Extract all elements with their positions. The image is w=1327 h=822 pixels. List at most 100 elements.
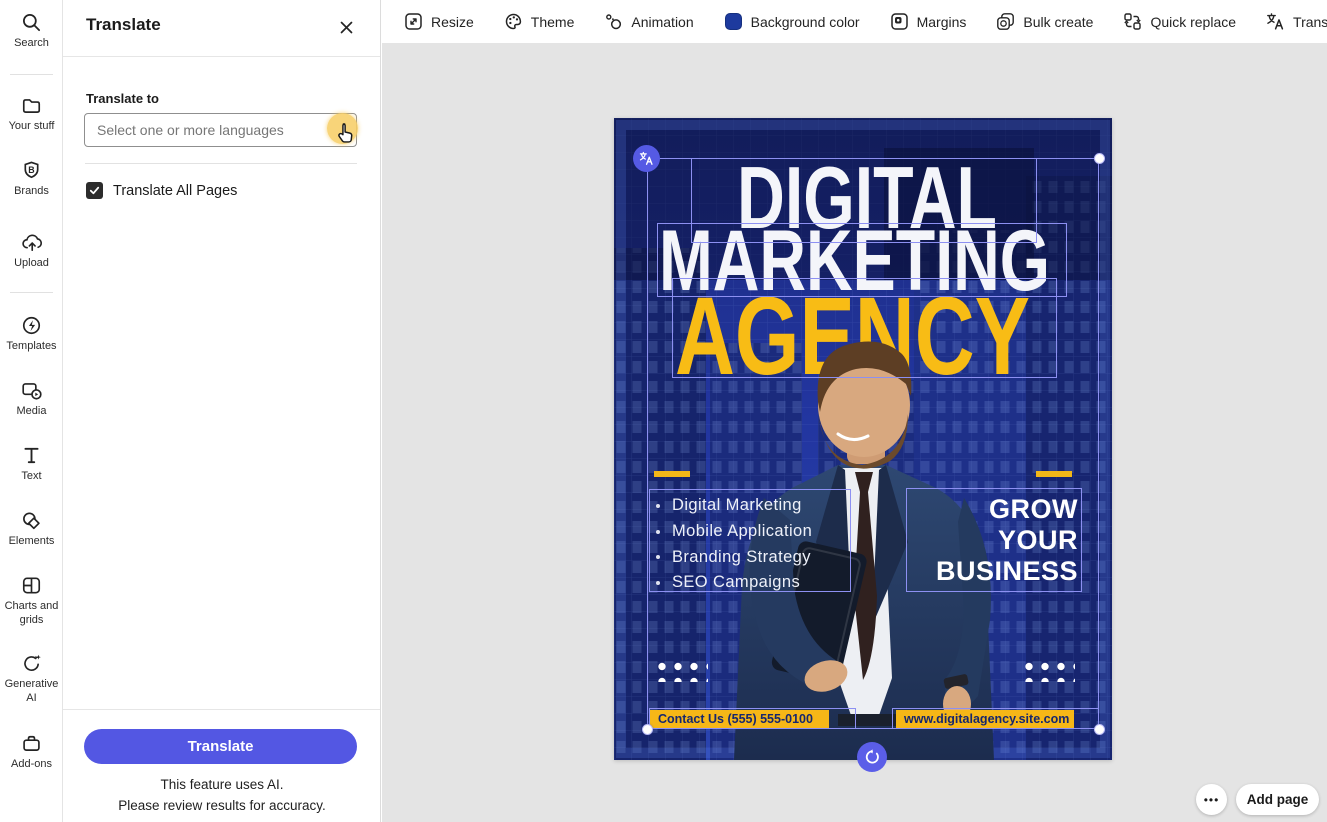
divider bbox=[85, 163, 357, 164]
accent-dash-left bbox=[654, 471, 690, 477]
search-icon bbox=[21, 12, 42, 33]
sidebar-item-templates[interactable]: Templates bbox=[0, 315, 63, 353]
translate-panel: Translate Translate to Translate All Pag… bbox=[63, 0, 381, 822]
selection-handle-bottom-right[interactable] bbox=[1094, 724, 1105, 735]
more-options-button[interactable]: ••• bbox=[1196, 784, 1227, 815]
toolbar-resize[interactable]: Resize bbox=[404, 12, 474, 31]
bullet-dot bbox=[656, 581, 660, 585]
hand-cursor-icon bbox=[335, 122, 355, 144]
animation-icon bbox=[604, 12, 623, 31]
toolbar-quick-replace[interactable]: Quick replace bbox=[1123, 12, 1236, 31]
sidebar-item-add-ons[interactable]: Add-ons bbox=[0, 733, 63, 771]
rotate-handle[interactable] bbox=[857, 742, 887, 772]
translate-to-label: Translate to bbox=[86, 91, 159, 106]
sidebar-item-media[interactable]: Media bbox=[0, 380, 63, 418]
toolbar-bulk-create[interactable]: Bulk create bbox=[996, 12, 1093, 31]
elements-icon bbox=[21, 510, 42, 531]
add-page-button[interactable]: Add page bbox=[1236, 784, 1319, 815]
translate-icon bbox=[1266, 12, 1285, 31]
background-color-swatch bbox=[724, 12, 743, 31]
toolbar-animation[interactable]: Animation bbox=[604, 12, 693, 31]
toolbar-background-color[interactable]: Background color bbox=[724, 12, 860, 31]
bullet-dot bbox=[656, 555, 660, 559]
bulk-create-icon bbox=[996, 12, 1015, 31]
folder-icon bbox=[21, 95, 42, 116]
media-icon bbox=[21, 380, 43, 401]
toolbar-label: Animation bbox=[631, 14, 693, 30]
contact-bar[interactable]: Contact Us (555) 555-0100 bbox=[650, 710, 829, 728]
toolbar-label: Bulk create bbox=[1023, 14, 1093, 30]
quick-replace-icon bbox=[1123, 12, 1142, 31]
ai-disclaimer-line1: This feature uses AI. bbox=[63, 777, 381, 792]
panel-header: Translate bbox=[63, 0, 380, 57]
shield-b-icon: B bbox=[21, 160, 42, 181]
translate-badge-icon[interactable] bbox=[633, 145, 660, 172]
design-canvas[interactable]: DIGITAL MARKETING AGENCY bbox=[382, 43, 1327, 822]
selection-handle-bottom-left[interactable] bbox=[642, 724, 653, 735]
translate-button[interactable]: Translate bbox=[84, 729, 357, 764]
sidebar-item-generative-ai[interactable]: Generative AI bbox=[0, 653, 63, 706]
templates-icon bbox=[21, 315, 42, 336]
website-bar[interactable]: www.digitalagency.site.com bbox=[896, 710, 1074, 728]
resize-icon bbox=[404, 12, 423, 31]
bullet-dot bbox=[656, 504, 660, 508]
toolbar-label: Resize bbox=[431, 14, 474, 30]
sidebar-item-label: Templates bbox=[2, 339, 62, 353]
sidebar-item-upload[interactable]: Upload bbox=[0, 232, 63, 270]
left-icon-rail: Search Your stuff B Brands Upload Templa… bbox=[0, 0, 63, 822]
close-icon[interactable] bbox=[333, 14, 359, 40]
divider bbox=[63, 709, 380, 710]
svg-text:B: B bbox=[28, 165, 34, 175]
sidebar-item-label: Upload bbox=[2, 256, 62, 270]
checkbox-checked-icon[interactable] bbox=[86, 182, 103, 199]
sidebar-item-label: Brands bbox=[2, 184, 62, 198]
generative-ai-icon bbox=[21, 653, 43, 674]
services-list[interactable]: Digital Marketing Mobile Application Bra… bbox=[656, 493, 851, 596]
service-label: Mobile Application bbox=[672, 522, 812, 541]
ai-disclaimer-line2: Please review results for accuracy. bbox=[63, 798, 381, 813]
charts-grids-icon bbox=[21, 575, 42, 596]
sidebar-item-your-stuff[interactable]: Your stuff bbox=[0, 95, 63, 133]
poster-page[interactable]: DIGITAL MARKETING AGENCY bbox=[614, 118, 1112, 760]
tagline-line: BUSINESS bbox=[906, 556, 1078, 587]
service-label: Digital Marketing bbox=[672, 496, 802, 515]
list-item: Digital Marketing bbox=[656, 493, 851, 519]
rail-divider bbox=[10, 292, 53, 293]
list-item: SEO Campaigns bbox=[656, 570, 851, 596]
bullet-dot bbox=[656, 530, 660, 534]
toolbar-margins[interactable]: Margins bbox=[890, 12, 967, 31]
toolbar-translate[interactable]: Translate bbox=[1266, 12, 1327, 31]
toolbar-theme[interactable]: Theme bbox=[504, 12, 575, 31]
translate-all-pages-checkbox-row[interactable]: Translate All Pages bbox=[86, 182, 237, 199]
sidebar-item-label: Text bbox=[2, 469, 62, 483]
dot-grid-left bbox=[650, 656, 708, 682]
list-item: Mobile Application bbox=[656, 519, 851, 545]
sidebar-item-label: Charts and grids bbox=[2, 599, 62, 628]
sidebar-item-label: Media bbox=[2, 404, 62, 418]
sidebar-item-brands[interactable]: B Brands bbox=[0, 160, 63, 198]
toolbar-label: Margins bbox=[917, 14, 967, 30]
tagline-text[interactable]: GROW YOUR BUSINESS bbox=[906, 494, 1078, 587]
add-ons-icon bbox=[21, 733, 42, 754]
sidebar-item-charts-and-grids[interactable]: Charts and grids bbox=[0, 575, 63, 628]
selection-handle-top-right[interactable] bbox=[1094, 153, 1105, 164]
upload-cloud-icon bbox=[21, 232, 43, 253]
toolbar-label: Translate bbox=[1293, 14, 1327, 30]
sidebar-item-text[interactable]: Text bbox=[0, 445, 63, 483]
accent-dash-right bbox=[1036, 471, 1072, 477]
language-select-input[interactable] bbox=[84, 113, 357, 147]
sidebar-item-search[interactable]: Search bbox=[0, 12, 63, 50]
toolbar-label: Quick replace bbox=[1150, 14, 1236, 30]
rail-divider bbox=[10, 74, 53, 75]
toolbar-label: Background color bbox=[751, 14, 860, 30]
toolbar-label: Theme bbox=[531, 14, 575, 30]
sidebar-item-label: Generative AI bbox=[2, 677, 62, 706]
service-label: Branding Strategy bbox=[672, 548, 811, 567]
main-area: Resize Theme Animation Background color … bbox=[382, 0, 1327, 822]
theme-palette-icon bbox=[504, 12, 523, 31]
service-label: SEO Campaigns bbox=[672, 573, 800, 592]
sidebar-item-label: Add-ons bbox=[2, 757, 62, 771]
sidebar-item-elements[interactable]: Elements bbox=[0, 510, 63, 548]
panel-title: Translate bbox=[86, 15, 161, 35]
list-item: Branding Strategy bbox=[656, 544, 851, 570]
